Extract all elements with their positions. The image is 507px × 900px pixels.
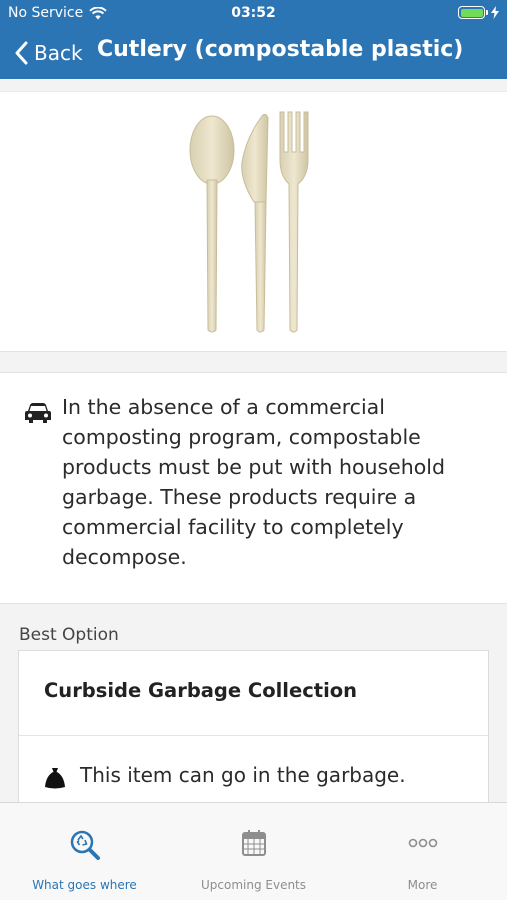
more-dots-icon [408, 838, 437, 848]
tab-label-more: More [407, 878, 438, 892]
best-option-card[interactable]: Curbside Garbage Collection This item ca… [18, 650, 489, 802]
tab-label-upcoming-events: Upcoming Events [200, 878, 307, 892]
page-title: Cutlery (compostable plastic) [97, 37, 464, 62]
best-option-label: Best Option [19, 625, 119, 645]
back-label: Back [34, 41, 83, 65]
header: No Service 03:52 Back Cutlery (compostab… [0, 0, 507, 79]
option-text: This item can go in the garbage. [80, 763, 406, 787]
car-icon [25, 403, 51, 423]
option-title: Curbside Garbage Collection [44, 679, 358, 702]
info-text: In the absence of a commercial compostin… [62, 395, 446, 569]
status-bar: No Service 03:52 [0, 0, 507, 28]
battery-fill [460, 8, 483, 17]
item-image-panel [0, 91, 507, 352]
recycle-search-icon [70, 830, 100, 860]
garbage-bag-icon [45, 768, 65, 789]
detail-scroll-view[interactable]: In the absence of a commercial compostin… [0, 79, 507, 802]
calendar-icon [241, 830, 266, 856]
status-time: 03:52 [231, 5, 276, 21]
back-button[interactable]: Back [14, 38, 83, 68]
info-panel: In the absence of a commercial compostin… [0, 372, 507, 604]
battery-tip [486, 10, 488, 15]
compostable-cutlery-image [189, 111, 309, 333]
battery-icon [458, 6, 485, 19]
divider [19, 735, 488, 736]
charging-bolt-icon [491, 6, 499, 19]
tab-bar: What goes where Upcoming Events More [0, 802, 507, 900]
navigation-bar: Back Cutlery (compostable plastic) [0, 28, 507, 79]
tab-more[interactable]: More [338, 803, 507, 900]
tab-upcoming-events[interactable]: Upcoming Events [169, 803, 338, 900]
tab-what-goes-where[interactable]: What goes where [0, 803, 169, 900]
tab-label-what-goes-where: What goes where [32, 878, 137, 892]
chevron-left-icon [15, 41, 28, 65]
battery-charging-icon [458, 6, 499, 19]
